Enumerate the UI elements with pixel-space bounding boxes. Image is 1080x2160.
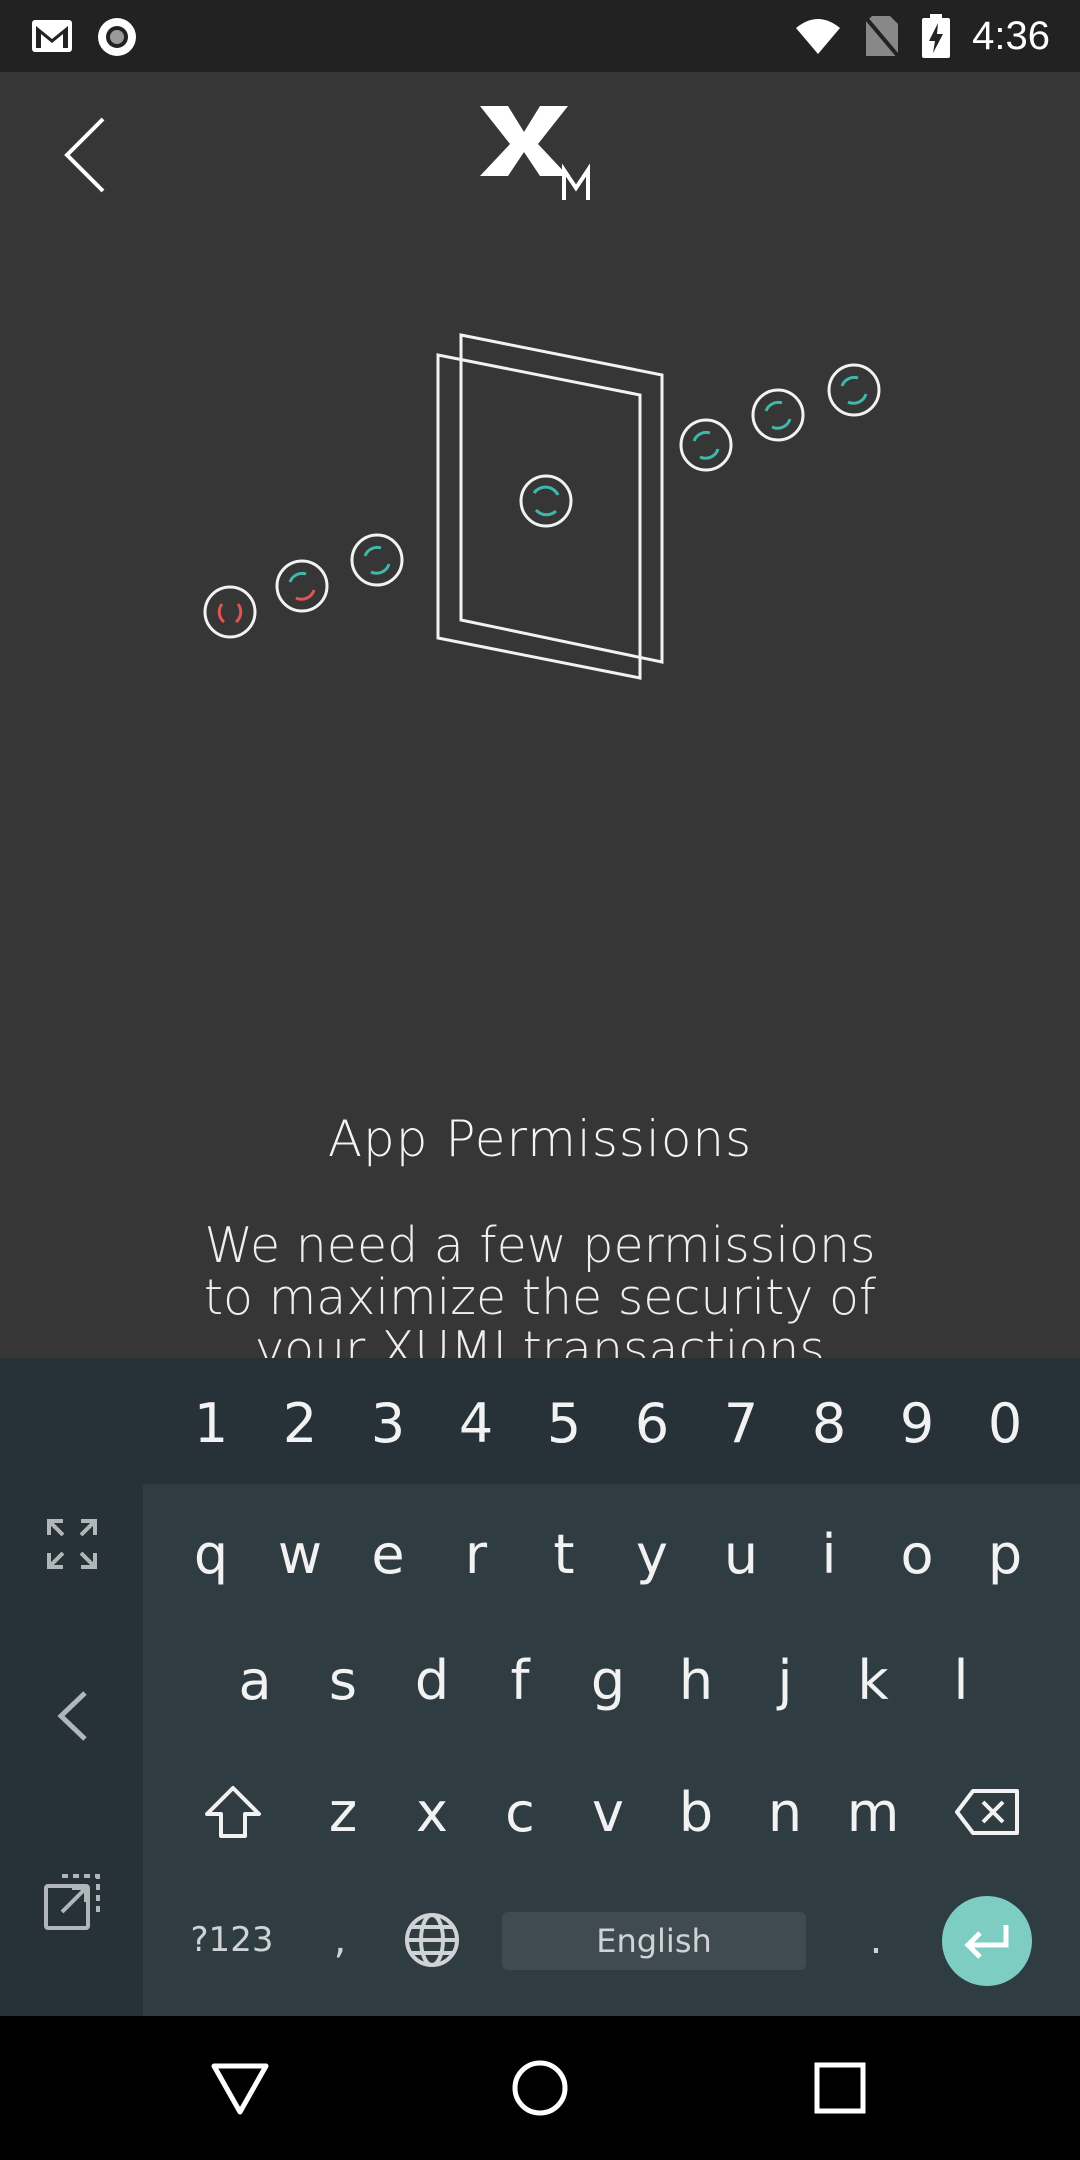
security-illustration <box>203 333 881 680</box>
record-icon <box>98 18 136 56</box>
nav-recents-button[interactable] <box>792 2040 888 2136</box>
key-h[interactable]: h <box>652 1630 740 1730</box>
key-j[interactable]: j <box>741 1630 829 1730</box>
space-bar[interactable]: English <box>502 1912 806 1970</box>
gmail-icon <box>32 20 72 52</box>
enter-button[interactable] <box>942 1896 1032 1986</box>
page-title: App Permissions <box>327 1110 753 1168</box>
app-logo <box>470 100 620 210</box>
chevron-left-icon <box>64 117 105 193</box>
key-i[interactable]: i <box>785 1504 873 1604</box>
key-m[interactable]: m <box>829 1762 917 1862</box>
key-k[interactable]: k <box>829 1630 917 1730</box>
key-b[interactable]: b <box>652 1762 740 1862</box>
key-d[interactable]: d <box>388 1630 476 1730</box>
keyboard-side-panel <box>0 1358 143 2016</box>
globe-icon <box>405 1913 459 1967</box>
circle-home-icon <box>512 2060 568 2116</box>
key-0[interactable]: 0 <box>961 1378 1049 1468</box>
chevron-left-icon <box>57 1691 87 1741</box>
key-8[interactable]: 8 <box>785 1378 873 1468</box>
keyboard-back-button[interactable] <box>36 1680 108 1752</box>
back-button[interactable] <box>50 110 120 200</box>
triangle-back-icon <box>211 2063 269 2115</box>
left-token-teal-icon <box>350 533 404 587</box>
key-5[interactable]: 5 <box>520 1378 608 1468</box>
symbols-key[interactable]: ?123 <box>176 1892 288 1988</box>
key-t[interactable]: t <box>520 1504 608 1604</box>
language-button[interactable] <box>392 1892 472 1988</box>
key-n[interactable]: n <box>741 1762 829 1862</box>
description-line: your XUMI transactions <box>255 1321 825 1361</box>
key-4[interactable]: 4 <box>432 1378 520 1468</box>
enter-icon <box>964 1925 1009 1959</box>
status-bar: 4:36 <box>0 0 1080 72</box>
key-z[interactable]: z <box>299 1762 387 1862</box>
key-e[interactable]: e <box>344 1504 432 1604</box>
expand-icon <box>47 1519 97 1569</box>
key-f[interactable]: f <box>476 1630 564 1730</box>
battery-charging-icon <box>922 14 951 58</box>
key-x[interactable]: x <box>388 1762 476 1862</box>
key-r[interactable]: r <box>432 1504 520 1604</box>
right-token-2-icon <box>751 388 805 442</box>
key-c[interactable]: c <box>476 1762 564 1862</box>
left-token-red-icon <box>203 585 257 639</box>
period-key[interactable]: . <box>836 1892 916 1988</box>
square-recents-icon <box>814 2062 866 2114</box>
description-line: We need a few permissions <box>204 1220 876 1274</box>
nav-back-button[interactable] <box>192 2040 288 2136</box>
backspace-icon <box>955 1789 1019 1835</box>
backspace-button[interactable] <box>940 1762 1034 1862</box>
key-7[interactable]: 7 <box>697 1378 785 1468</box>
key-u[interactable]: u <box>697 1504 785 1604</box>
status-time: 4:36 <box>972 13 1050 58</box>
right-token-1-icon <box>679 418 733 472</box>
expand-keyboard-button[interactable] <box>36 1508 108 1580</box>
description-line: to maximize the security of <box>203 1269 877 1326</box>
popout-icon <box>44 1874 100 1930</box>
key-a[interactable]: a <box>211 1630 299 1730</box>
key-v[interactable]: v <box>564 1762 652 1862</box>
key-6[interactable]: 6 <box>608 1378 696 1468</box>
key-2[interactable]: 2 <box>256 1378 344 1468</box>
xumi-logo-icon <box>480 106 590 200</box>
key-l[interactable]: l <box>917 1630 1005 1730</box>
comma-key[interactable]: , <box>300 1892 380 1988</box>
navigation-bar <box>0 2016 1080 2160</box>
nav-home-button[interactable] <box>492 2040 588 2136</box>
right-token-3-icon <box>827 363 881 417</box>
key-g[interactable]: g <box>564 1630 652 1730</box>
permissions-description: We need a few permissions to maximize th… <box>150 1220 930 1360</box>
wifi-icon <box>796 19 841 54</box>
left-token-mixed-icon <box>275 559 329 613</box>
key-w[interactable]: w <box>256 1504 344 1604</box>
key-y[interactable]: y <box>608 1504 696 1604</box>
floating-keyboard-button[interactable] <box>36 1866 108 1938</box>
key-q[interactable]: q <box>167 1504 255 1604</box>
shift-icon <box>205 1786 261 1838</box>
key-9[interactable]: 9 <box>873 1378 961 1468</box>
key-p[interactable]: p <box>961 1504 1049 1604</box>
key-3[interactable]: 3 <box>344 1378 432 1468</box>
no-sim-icon <box>864 16 900 58</box>
key-o[interactable]: o <box>873 1504 961 1604</box>
door-panes <box>436 333 664 680</box>
key-1[interactable]: 1 <box>167 1378 255 1468</box>
shift-button[interactable] <box>190 1762 276 1862</box>
key-s[interactable]: s <box>299 1630 387 1730</box>
center-token-icon <box>519 474 573 528</box>
